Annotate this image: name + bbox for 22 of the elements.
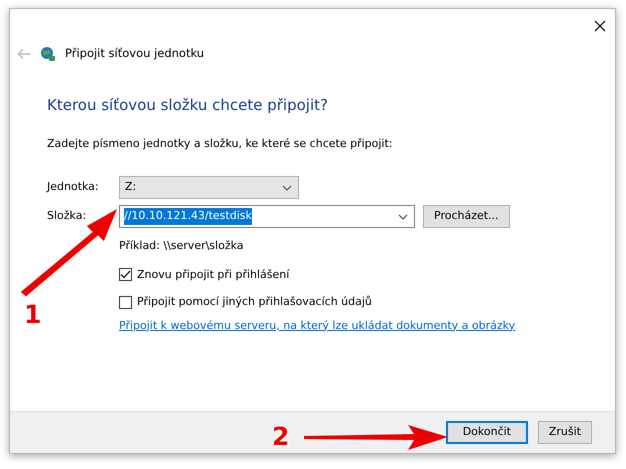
- checkbox[interactable]: [119, 268, 132, 282]
- page-heading: Kterou síťovou složku chcete připojit?: [47, 95, 329, 116]
- instruction-text: Zadejte písmeno jednotky a složku, ke které se chcete připojit:: [47, 136, 394, 152]
- chevron-down-icon: [398, 214, 408, 220]
- checkbox-label: Znovu připojit při přihlášení: [137, 266, 290, 282]
- checkbox-label: Připojit pomocí jiných přihlašovacích údajů: [137, 294, 372, 310]
- annotation-number: 1: [24, 302, 42, 327]
- browse-button[interactable]: Procházet...: [423, 205, 510, 228]
- network-globe-icon: [40, 46, 56, 62]
- folder-combo-field[interactable]: //10.10.121.43/testdisk: [119, 205, 415, 228]
- web-server-link[interactable]: Připojit k webovému serveru, na který lze ukládat dokumenty a obrázky: [119, 318, 516, 332]
- chevron-down-icon: [282, 184, 292, 190]
- drive-label: Jednotka:: [47, 179, 100, 196]
- example-text: Příklad: \\server\složka: [119, 238, 245, 254]
- close-icon: [594, 20, 606, 32]
- drive-dropdown[interactable]: Z:: [119, 176, 299, 199]
- cancel-button[interactable]: Zrušit: [538, 421, 592, 444]
- checkbox[interactable]: [119, 296, 132, 309]
- finish-button[interactable]: Dokončit: [446, 421, 528, 444]
- window-title: Připojit síťovou jednotku: [65, 45, 204, 62]
- folder-label: Složka:: [47, 208, 88, 224]
- annotation-number: 2: [272, 424, 290, 449]
